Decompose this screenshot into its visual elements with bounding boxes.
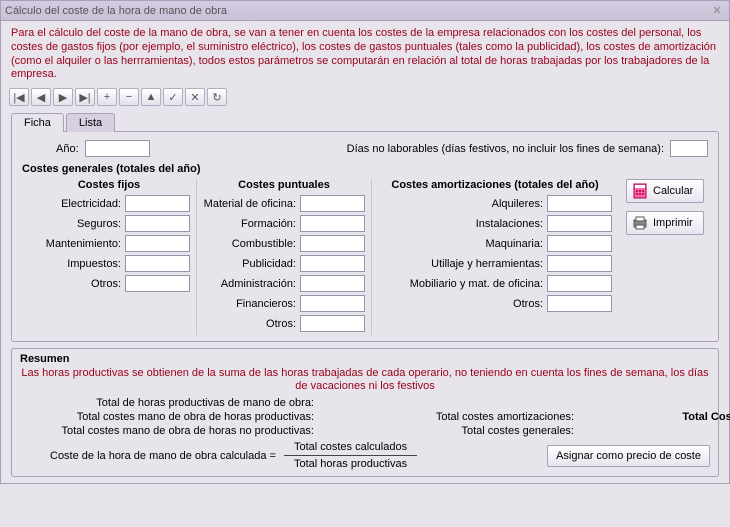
- label-maquinaria: Maquinaria:: [486, 238, 543, 250]
- input-impuestos[interactable]: [125, 255, 190, 272]
- label-alquileres: Alquileres:: [492, 198, 543, 210]
- col-puntuales: Costes puntuales Material de oficina: Fo…: [196, 179, 371, 335]
- res-r4-label: Total costes amortizaciones:: [400, 411, 580, 423]
- input-amort-otros[interactable]: [547, 295, 612, 312]
- first-button[interactable]: |◀: [9, 88, 29, 106]
- reload-button[interactable]: ↻: [207, 88, 227, 106]
- res-r1-label: Total de horas productivas de mano de ob…: [20, 397, 320, 409]
- label-amort-otros: Otros:: [513, 298, 543, 310]
- label-financieros: Financieros:: [236, 298, 296, 310]
- tab-ficha[interactable]: Ficha: [11, 113, 64, 132]
- input-administracion[interactable]: [300, 275, 365, 292]
- resumen-note: Las horas productivas se obtienen de la …: [20, 367, 710, 393]
- title-amort: Costes amortizaciones (totales del año): [378, 179, 612, 191]
- formula-fraction: Total costes calculados Total horas prod…: [284, 441, 417, 470]
- title-fijos: Costes fijos: [28, 179, 190, 191]
- input-formacion[interactable]: [300, 215, 365, 232]
- label-utillaje: Utillaje y herramientas:: [431, 258, 543, 270]
- anio-label: Año:: [56, 143, 79, 155]
- input-fijos-otros[interactable]: [125, 275, 190, 292]
- label-impuestos: Impuestos:: [67, 258, 121, 270]
- title-puntuales: Costes puntuales: [203, 179, 365, 191]
- last-button[interactable]: ▶|: [75, 88, 95, 106]
- label-mantenimiento: Mantenimiento:: [46, 238, 121, 250]
- cancel-button[interactable]: ✕: [185, 88, 205, 106]
- section-generales: Costes generales (totales del año): [22, 163, 708, 175]
- window-title: Cálculo del coste de la hora de mano de …: [5, 5, 709, 17]
- assign-button[interactable]: Asignar como precio de coste: [547, 445, 710, 467]
- calcular-label: Calcular: [653, 185, 693, 197]
- label-mobiliario: Mobiliario y mat. de oficina:: [410, 278, 543, 290]
- label-material: Material de oficina:: [204, 198, 296, 210]
- frac-bot: Total horas productivas: [284, 456, 417, 470]
- label-combustible: Combustible:: [232, 238, 296, 250]
- prev-button[interactable]: ◀: [31, 88, 51, 106]
- imprimir-label: Imprimir: [653, 217, 693, 229]
- row-anio: Año: Días no laborables (días festivos, …: [22, 140, 708, 157]
- window: Cálculo del coste de la hora de mano de …: [0, 0, 730, 484]
- input-seguros[interactable]: [125, 215, 190, 232]
- delete-button[interactable]: −: [119, 88, 139, 106]
- res-r3-label: Total costes mano de obra de horas no pr…: [20, 425, 320, 437]
- dias-label: Días no laborables (días festivos, no in…: [347, 143, 664, 155]
- resumen-panel: Resumen Las horas productivas se obtiene…: [11, 348, 719, 477]
- up-button[interactable]: ▲: [141, 88, 161, 106]
- input-mobiliario[interactable]: [547, 275, 612, 292]
- input-punt-otros[interactable]: [300, 315, 365, 332]
- ok-button[interactable]: ✓: [163, 88, 183, 106]
- label-formacion: Formación:: [241, 218, 296, 230]
- next-button[interactable]: ▶: [53, 88, 73, 106]
- label-publicidad: Publicidad:: [242, 258, 296, 270]
- input-electricidad[interactable]: [125, 195, 190, 212]
- formula-row: Coste de la hora de mano de obra calcula…: [20, 441, 710, 470]
- titlebar: Cálculo del coste de la hora de mano de …: [1, 1, 729, 21]
- input-instalaciones[interactable]: [547, 215, 612, 232]
- input-combustible[interactable]: [300, 235, 365, 252]
- label-electricidad: Electricidad:: [61, 198, 121, 210]
- label-fijos-otros: Otros:: [91, 278, 121, 290]
- input-publicidad[interactable]: [300, 255, 365, 272]
- frac-top: Total costes calculados: [284, 441, 417, 456]
- tabs: Ficha Lista: [11, 112, 719, 131]
- printer-icon: [631, 214, 649, 232]
- imprimir-button[interactable]: Imprimir: [626, 211, 704, 235]
- input-financieros[interactable]: [300, 295, 365, 312]
- label-instalaciones: Instalaciones:: [476, 218, 543, 230]
- input-material[interactable]: [300, 195, 365, 212]
- res-r5-label: Total costes generales:: [400, 425, 580, 437]
- label-administracion: Administración:: [221, 278, 296, 290]
- resumen-title: Resumen: [20, 353, 710, 365]
- intro-text: Para el cálculo del coste de la mano de …: [1, 21, 729, 86]
- anio-input[interactable]: [85, 140, 150, 157]
- label-seguros: Seguros:: [77, 218, 121, 230]
- nav-toolbar: |◀ ◀ ▶ ▶| + − ▲ ✓ ✕ ↻: [1, 86, 729, 108]
- col-amort: Costes amortizaciones (totales del año) …: [371, 179, 618, 335]
- input-maquinaria[interactable]: [547, 235, 612, 252]
- label-punt-otros: Otros:: [266, 318, 296, 330]
- calcular-button[interactable]: Calcular: [626, 179, 704, 203]
- total-costes-label: Total Costes: [660, 411, 730, 423]
- res-r2-label: Total costes mano de obra de horas produ…: [20, 411, 320, 423]
- input-alquileres[interactable]: [547, 195, 612, 212]
- dias-input[interactable]: [670, 140, 708, 157]
- input-utillaje[interactable]: [547, 255, 612, 272]
- calculator-icon: [631, 182, 649, 200]
- tab-lista[interactable]: Lista: [66, 113, 115, 132]
- col-fijos: Costes fijos Electricidad: Seguros: Mant…: [22, 179, 196, 335]
- action-column: Calcular Imprimir: [618, 179, 708, 335]
- close-icon[interactable]: ✕: [709, 4, 725, 18]
- formula-label: Coste de la hora de mano de obra calcula…: [20, 450, 276, 462]
- add-button[interactable]: +: [97, 88, 117, 106]
- ficha-panel: Año: Días no laborables (días festivos, …: [11, 131, 719, 342]
- input-mantenimiento[interactable]: [125, 235, 190, 252]
